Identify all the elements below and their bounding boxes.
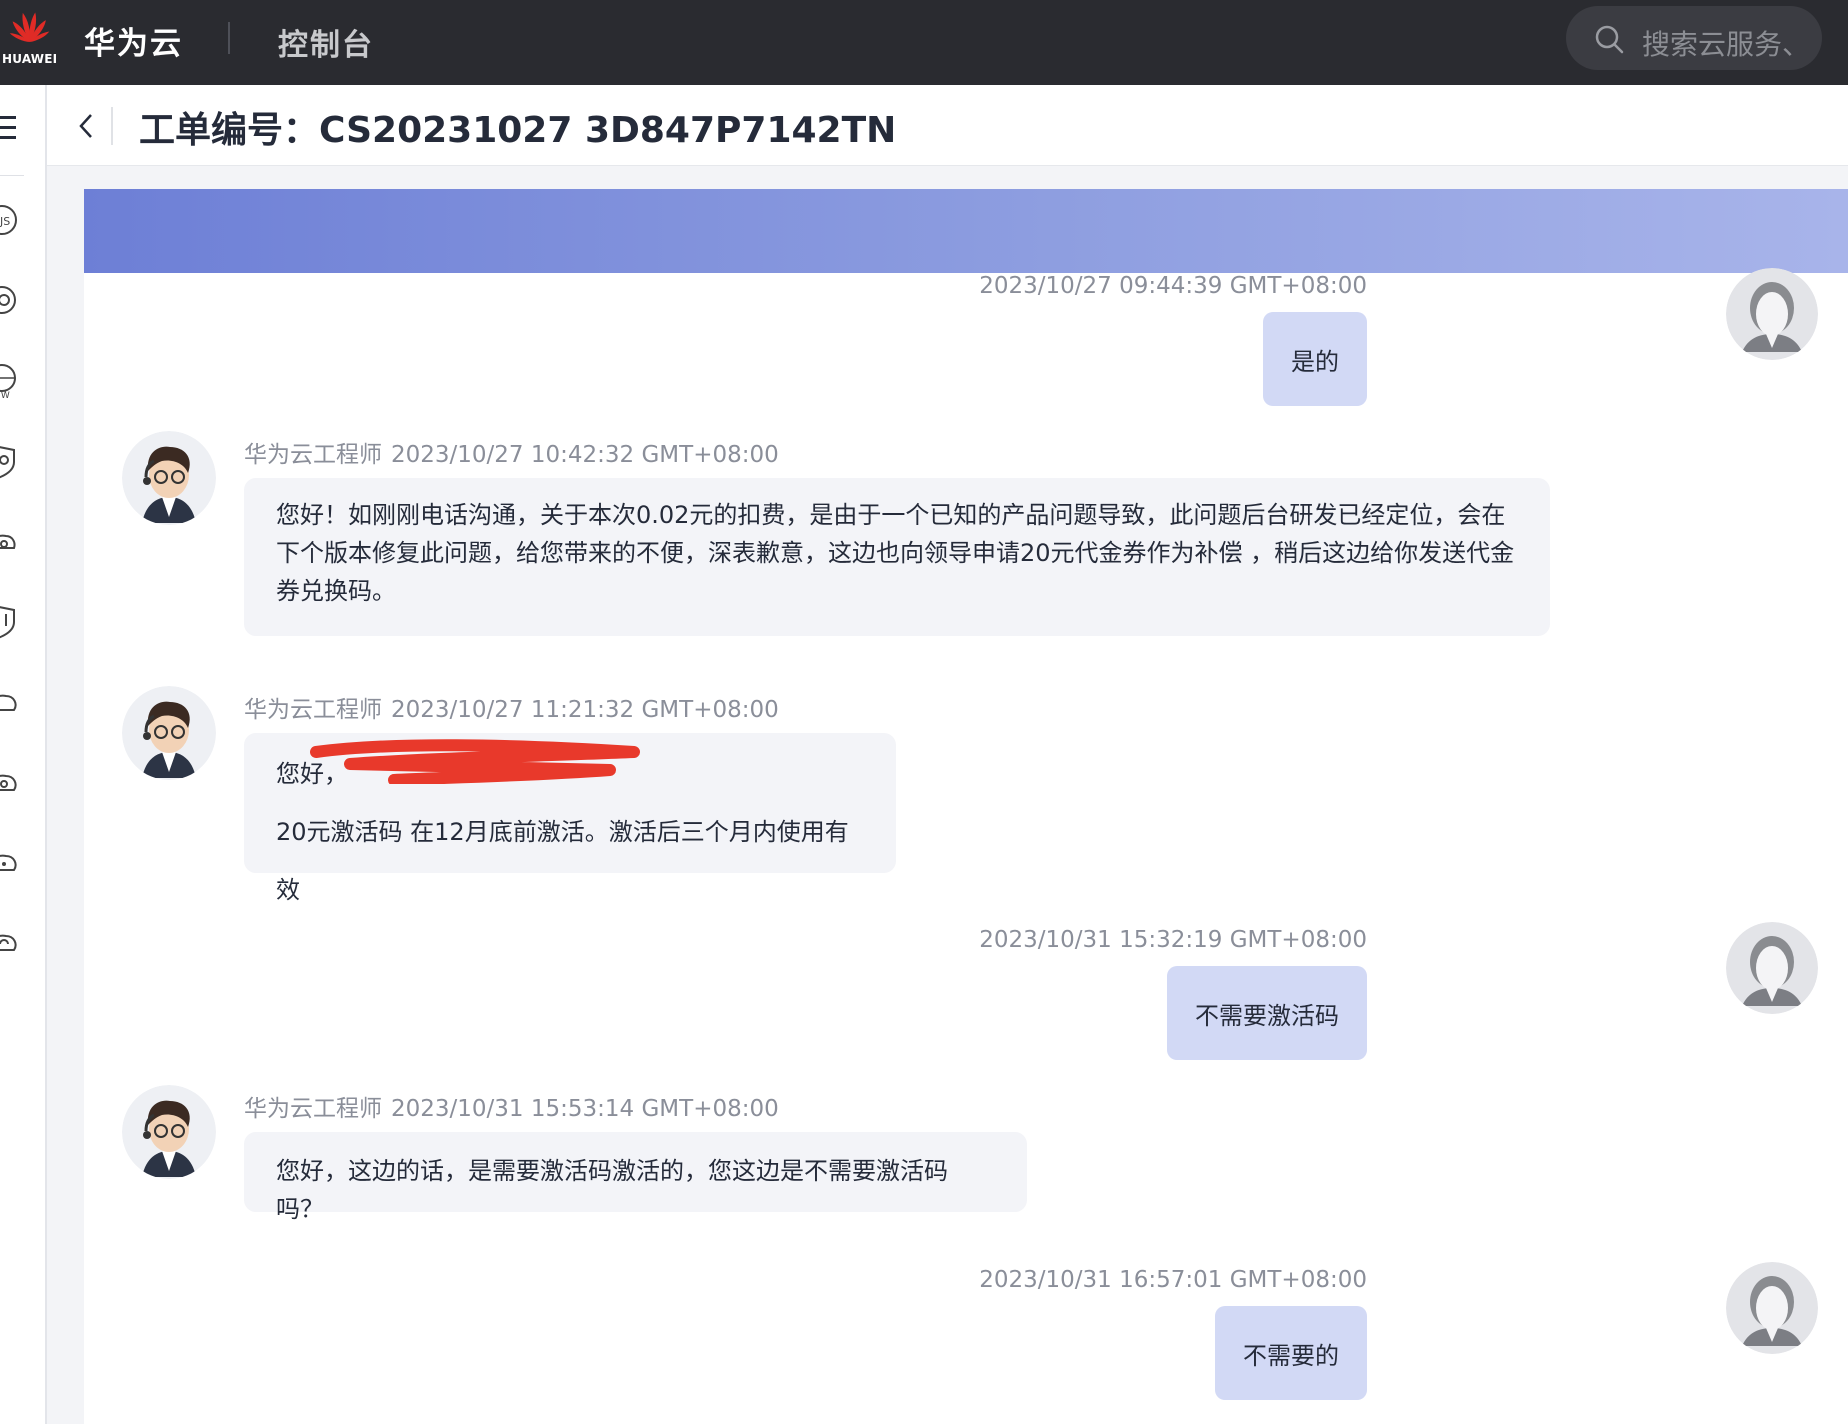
sidebar-security-icon[interactable] (0, 600, 20, 640)
header-separator (111, 107, 113, 145)
brand-name[interactable]: 华为云 (84, 18, 183, 63)
message-line: 下个版本修复此问题，给您带来的不便，深表歉意，这边也向领导申请20元代金券作为补… (276, 539, 1515, 567)
user-avatar-icon (1726, 1262, 1818, 1354)
sidebar-shield-icon[interactable] (0, 440, 20, 480)
agent-name: 华为云工程师 (244, 442, 382, 468)
nav-divider (228, 22, 230, 54)
message-line: 您好！如刚刚电话沟通，关于本次0.02元的扣费，是由于一个已知的产品问题导致，此… (276, 501, 1506, 529)
sidebar: JS .W (0, 85, 47, 1424)
page-header: 工单编号：CS20231027 3D847P7142TN (47, 85, 1848, 166)
svg-text:JS: JS (0, 215, 10, 228)
agent-avatar-icon (122, 1085, 216, 1179)
page-title: 工单编号：CS20231027 3D847P7142TN (139, 110, 897, 151)
user-message-bubble: 是的 (1263, 312, 1367, 406)
hamburger-icon[interactable] (0, 113, 18, 143)
message-line: 券兑换码。 (276, 577, 396, 605)
agent-avatar-icon (122, 686, 216, 780)
svg-text:.W: .W (0, 391, 10, 400)
user-avatar-icon (1726, 268, 1818, 360)
message-line: 您好，这边的话，是需要激活码激活的，您这边是不需要激活码吗？ (276, 1157, 948, 1223)
user-avatar-icon (1726, 922, 1818, 1014)
agent-message-meta: 华为云工程师 2023/10/31 15:53:14 GMT+08:00 (244, 1089, 779, 1123)
logo-text: HUAWEI (2, 52, 58, 66)
sidebar-cloud-dot-icon[interactable] (0, 840, 20, 880)
message-line: 20元激活码 在12月底前激活。激活后三个月内使用有效 (276, 818, 849, 904)
sidebar-globe-icon[interactable]: .W (0, 360, 20, 400)
agent-name: 华为云工程师 (244, 697, 382, 723)
search-icon (1595, 25, 1624, 54)
message-timestamp: 2023/10/27 11:21:32 GMT+08:00 (391, 697, 779, 723)
agent-message-bubble: 您好，这边的话，是需要激活码激活的，您这边是不需要激活码吗？ (244, 1132, 1027, 1223)
user-message-bubble: 不需要的 (1215, 1306, 1367, 1400)
agent-message-bubble: 您好！如刚刚电话沟通，关于本次0.02元的扣费，是由于一个已知的产品问题导致，此… (244, 478, 1550, 636)
top-navbar: HUAWEI 华为云 控制台 搜索云服务、 (0, 0, 1848, 85)
sidebar-cloud-eye-icon[interactable] (0, 520, 20, 560)
sidebar-cloud-sync-icon[interactable] (0, 920, 20, 960)
search-placeholder: 搜索云服务、 (1642, 28, 1811, 61)
sidebar-js-icon[interactable]: JS (0, 200, 20, 240)
sidebar-separator (0, 175, 24, 176)
sidebar-eye-icon[interactable] (0, 280, 20, 320)
agent-message-meta: 华为云工程师 2023/10/27 10:42:32 GMT+08:00 (244, 435, 779, 469)
message-timestamp: 2023/10/27 09:44:39 GMT+08:00 (979, 273, 1367, 299)
chevron-left-icon[interactable] (77, 109, 97, 143)
gradient-banner (84, 189, 1848, 273)
console-link[interactable]: 控制台 (278, 20, 374, 64)
agent-avatar-icon (122, 431, 216, 525)
agent-name: 华为云工程师 (244, 1096, 382, 1122)
agent-message-meta: 华为云工程师 2023/10/27 11:21:32 GMT+08:00 (244, 690, 779, 724)
sidebar-cloud-settings-icon[interactable] (0, 760, 20, 800)
search-box[interactable]: 搜索云服务、 (1566, 6, 1822, 70)
sidebar-cloud-icon[interactable] (0, 680, 20, 720)
message-timestamp: 2023/10/27 10:42:32 GMT+08:00 (391, 442, 779, 468)
message-timestamp: 2023/10/31 15:32:19 GMT+08:00 (979, 927, 1367, 953)
user-message-bubble: 不需要激活码 (1167, 966, 1367, 1060)
message-timestamp: 2023/10/31 15:53:14 GMT+08:00 (391, 1096, 779, 1122)
redaction-scribble (310, 739, 640, 784)
message-timestamp: 2023/10/31 16:57:01 GMT+08:00 (979, 1267, 1367, 1293)
